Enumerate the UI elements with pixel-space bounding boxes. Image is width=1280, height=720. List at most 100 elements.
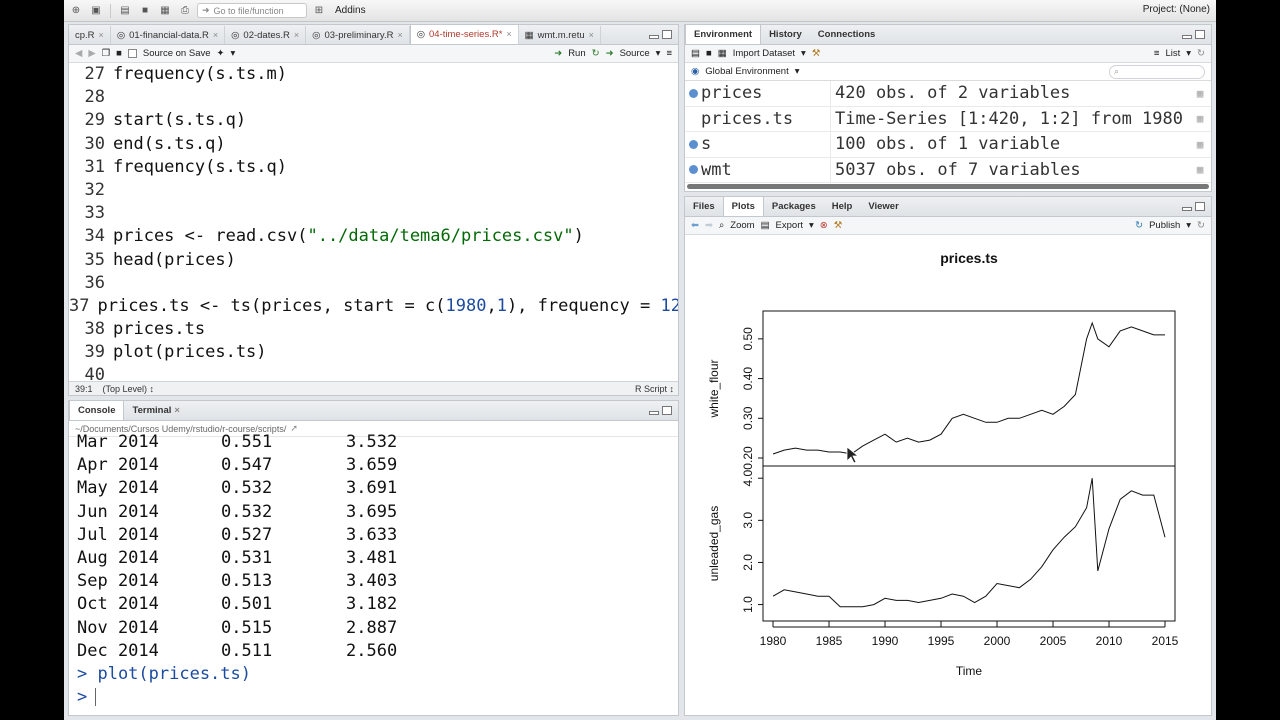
remove-plot-icon[interactable]: ⊗ <box>820 220 828 231</box>
publish-button[interactable]: Publish <box>1149 220 1180 231</box>
minimize-icon[interactable] <box>649 411 659 415</box>
close-icon[interactable]: × <box>589 30 594 40</box>
tab-time-series[interactable]: ◎ 04-time-series.R* × <box>409 25 519 44</box>
close-icon[interactable]: × <box>506 29 511 39</box>
chevron-down-icon[interactable]: ▾ <box>809 220 814 231</box>
y-tick-label: 1.0 <box>741 596 755 613</box>
zoom-button[interactable]: Zoom <box>730 220 754 231</box>
open-workspace-icon[interactable]: ▤ <box>691 48 700 59</box>
view-data-icon[interactable]: ▦ <box>1189 163 1211 176</box>
save-icon[interactable]: ■ <box>116 48 122 59</box>
expand-icon[interactable] <box>689 165 698 175</box>
broom-icon[interactable]: ⚒ <box>834 220 843 231</box>
run-arrow-icon: ➜ <box>554 48 563 59</box>
console-input-prompt[interactable]: > <box>77 686 678 709</box>
expand-icon[interactable] <box>689 139 698 149</box>
magic-wand-icon[interactable]: ✦ <box>217 48 225 59</box>
next-plot-icon[interactable]: ➡ <box>705 220 713 231</box>
tab-packages[interactable]: Packages <box>764 197 824 216</box>
spell-check-icon[interactable]: ▾ <box>230 48 235 59</box>
save-workspace-icon[interactable]: ■ <box>706 48 712 59</box>
forward-arrow-icon[interactable]: ▶ <box>88 48 95 59</box>
tab-dates[interactable]: ◎ 02-dates.R × <box>225 26 307 44</box>
back-arrow-icon[interactable]: ◀ <box>75 48 82 59</box>
code-token: prices <- read.csv( <box>113 226 308 247</box>
outline-icon[interactable]: ≡ <box>666 48 672 59</box>
new-file-icon[interactable]: ⊕ <box>68 3 84 19</box>
view-data-icon[interactable]: ▦ <box>1189 87 1211 100</box>
env-search-input[interactable]: ⌕ <box>1109 64 1205 79</box>
refresh-icon[interactable]: ↻ <box>1197 48 1205 59</box>
export-icon: ▤ <box>760 220 770 231</box>
line-number: 27 <box>84 64 105 84</box>
run-button[interactable]: Run <box>568 48 585 59</box>
tab-help[interactable]: Help <box>824 197 861 216</box>
show-in-window-icon[interactable]: ❐ <box>102 48 111 59</box>
console-output[interactable]: Mar 2014 0.551 3.532 Apr 2014 0.547 3.659 May … <box>69 431 678 711</box>
tab-environment[interactable]: Environment <box>685 25 762 44</box>
chevron-down-icon[interactable]: ▾ <box>1186 48 1191 59</box>
new-project-icon[interactable]: ▣ <box>88 3 104 19</box>
env-row[interactable]: prices 420 obs. of 2 variables ▦ <box>685 81 1211 107</box>
refresh-icon[interactable]: ↻ <box>1197 220 1205 231</box>
code-line: 31 frequency(s.ts.q) <box>69 156 678 179</box>
view-data-icon[interactable]: ▦ <box>1189 112 1211 125</box>
goto-file-input[interactable]: ➜ Go to file/function <box>197 3 307 18</box>
close-icon[interactable]: × <box>213 30 218 40</box>
close-icon[interactable]: × <box>397 30 402 40</box>
print-icon[interactable]: ⎙ <box>177 3 193 19</box>
tab-files[interactable]: Files <box>685 197 723 216</box>
maximize-icon[interactable] <box>662 30 672 39</box>
tab-connections[interactable]: Connections <box>810 25 884 44</box>
plots-window-controls <box>1182 202 1205 211</box>
save-all-icon[interactable]: ▦ <box>157 3 173 19</box>
rerun-icon[interactable]: ↻ <box>592 48 600 59</box>
list-view-button[interactable]: List <box>1165 48 1180 59</box>
tab-plots[interactable]: Plots <box>722 197 764 216</box>
import-dataset-button[interactable]: Import Dataset <box>733 48 795 59</box>
chevron-down-icon[interactable]: ▾ <box>801 48 806 59</box>
previous-plot-icon[interactable]: ⬅ <box>691 220 699 231</box>
console-gas-value: 3.633 <box>346 524 398 545</box>
minimize-icon[interactable] <box>649 35 659 39</box>
source-on-save-checkbox[interactable] <box>127 49 137 58</box>
file-type-selector[interactable]: R Script ↕ <box>635 384 674 394</box>
minimize-icon[interactable] <box>1182 207 1192 211</box>
maximize-icon[interactable] <box>662 406 672 415</box>
tab-preliminary[interactable]: ◎ 03-preliminary.R × <box>306 26 410 44</box>
expand-icon[interactable] <box>689 88 698 98</box>
maximize-icon[interactable] <box>1195 202 1205 211</box>
environment-scope-selector[interactable]: Global Environment <box>705 66 788 77</box>
minimize-icon[interactable] <box>1182 35 1192 39</box>
scope-selector[interactable]: (Top Level) ↕ <box>103 384 155 394</box>
tab-history[interactable]: History <box>761 25 810 44</box>
tab-console[interactable]: Console <box>69 401 125 420</box>
tab-viewer[interactable]: Viewer <box>860 197 906 216</box>
close-icon[interactable]: × <box>174 405 180 416</box>
view-data-icon[interactable]: ▦ <box>1189 138 1211 151</box>
maximize-icon[interactable] <box>1195 30 1205 39</box>
close-icon[interactable]: × <box>294 30 299 40</box>
tab-terminal[interactable]: Terminal × <box>124 401 187 420</box>
chevron-down-icon[interactable]: ▾ <box>656 48 661 59</box>
env-row[interactable]: prices.ts Time-Series [1:420, 1:2] from 1… <box>685 106 1211 132</box>
chevron-down-icon[interactable]: ▾ <box>795 66 800 77</box>
export-button[interactable]: Export <box>776 220 803 231</box>
console-flour-value: 0.513 <box>221 571 273 592</box>
tab-financial-data[interactable]: ◎ 01-financial-data.R × <box>111 26 226 44</box>
chevron-down-icon[interactable]: ▾ <box>1186 220 1191 231</box>
tab-wmt[interactable]: ▦ wmt.m.retu × <box>519 26 601 44</box>
close-icon[interactable]: × <box>99 30 104 40</box>
env-scrollbar[interactable] <box>687 184 1209 189</box>
broom-icon[interactable]: ⚒ <box>812 48 821 59</box>
source-button[interactable]: Source <box>620 48 650 59</box>
save-icon[interactable]: ■ <box>137 3 153 19</box>
grid-layout-icon[interactable]: ⊞ <box>311 3 327 19</box>
project-menu[interactable]: Project: (None) <box>1143 4 1210 15</box>
addins-menu[interactable]: Addins <box>335 5 366 16</box>
env-row[interactable]: s 100 obs. of 1 variable ▦ <box>685 132 1211 158</box>
code-editor[interactable]: 27 frequency(s.ts.m) 28 29 start(s.ts.q) 30 en… <box>69 63 678 385</box>
tab-cp-r[interactable]: cp.R × <box>69 26 111 44</box>
open-file-icon[interactable]: ▤ <box>117 3 133 19</box>
env-row[interactable]: wmt 5037 obs. of 7 variables ▦ <box>685 157 1211 183</box>
